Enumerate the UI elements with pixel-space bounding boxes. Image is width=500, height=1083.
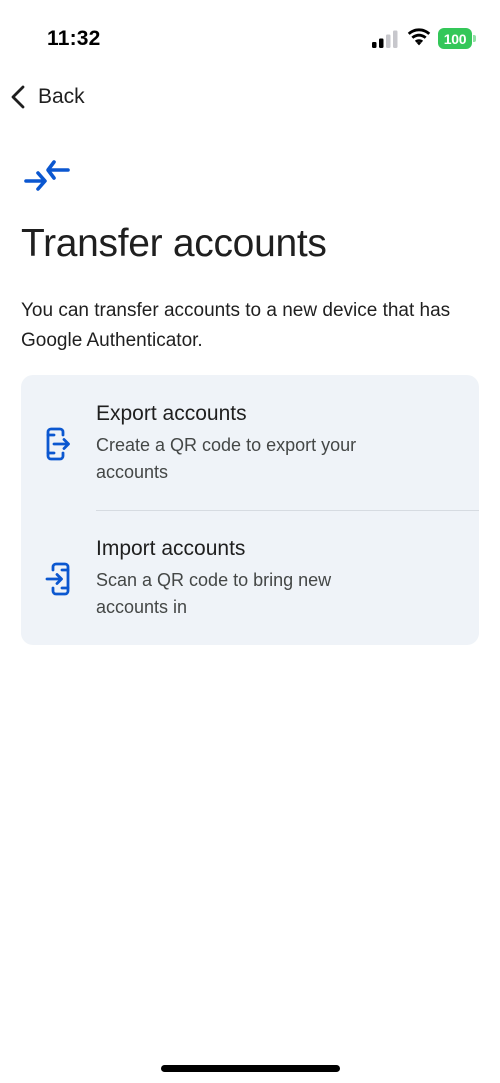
status-bar: 11:32 100 [0,0,500,80]
import-device-icon [45,562,70,596]
export-device-icon [46,427,70,461]
import-accounts-title: Import accounts [96,537,246,560]
export-accounts-title: Export accounts [96,402,247,425]
transfer-arrows-icon [24,160,70,191]
home-indicator[interactable] [161,1065,340,1072]
status-time: 11:32 [47,27,101,50]
page-title: Transfer accounts [21,222,327,265]
back-label: Back [38,85,85,108]
export-accounts-description: Create a QR code to export your accounts [96,435,357,482]
transfer-options-card: Export accounts Create a QR code to expo… [21,375,479,645]
import-accounts-option[interactable]: Import accounts Scan a QR code to bring … [21,510,479,645]
back-button[interactable]: Back [8,80,85,114]
import-accounts-description: Scan a QR code to bring new accounts in [96,570,332,617]
chevron-left-icon [11,85,25,109]
export-accounts-option[interactable]: Export accounts Create a QR code to expo… [21,375,479,510]
battery-icon: 100 [438,28,476,50]
transfer-accounts-screen: 11:32 100 Back Transfer accounts You can… [0,0,500,1083]
wifi-icon [407,28,431,46]
page-description: You can transfer accounts to a new devic… [21,300,451,351]
battery-level: 100 [443,30,467,47]
signal-icon [372,30,398,48]
battery-body: 100 [438,28,472,49]
battery-nub [473,35,476,42]
